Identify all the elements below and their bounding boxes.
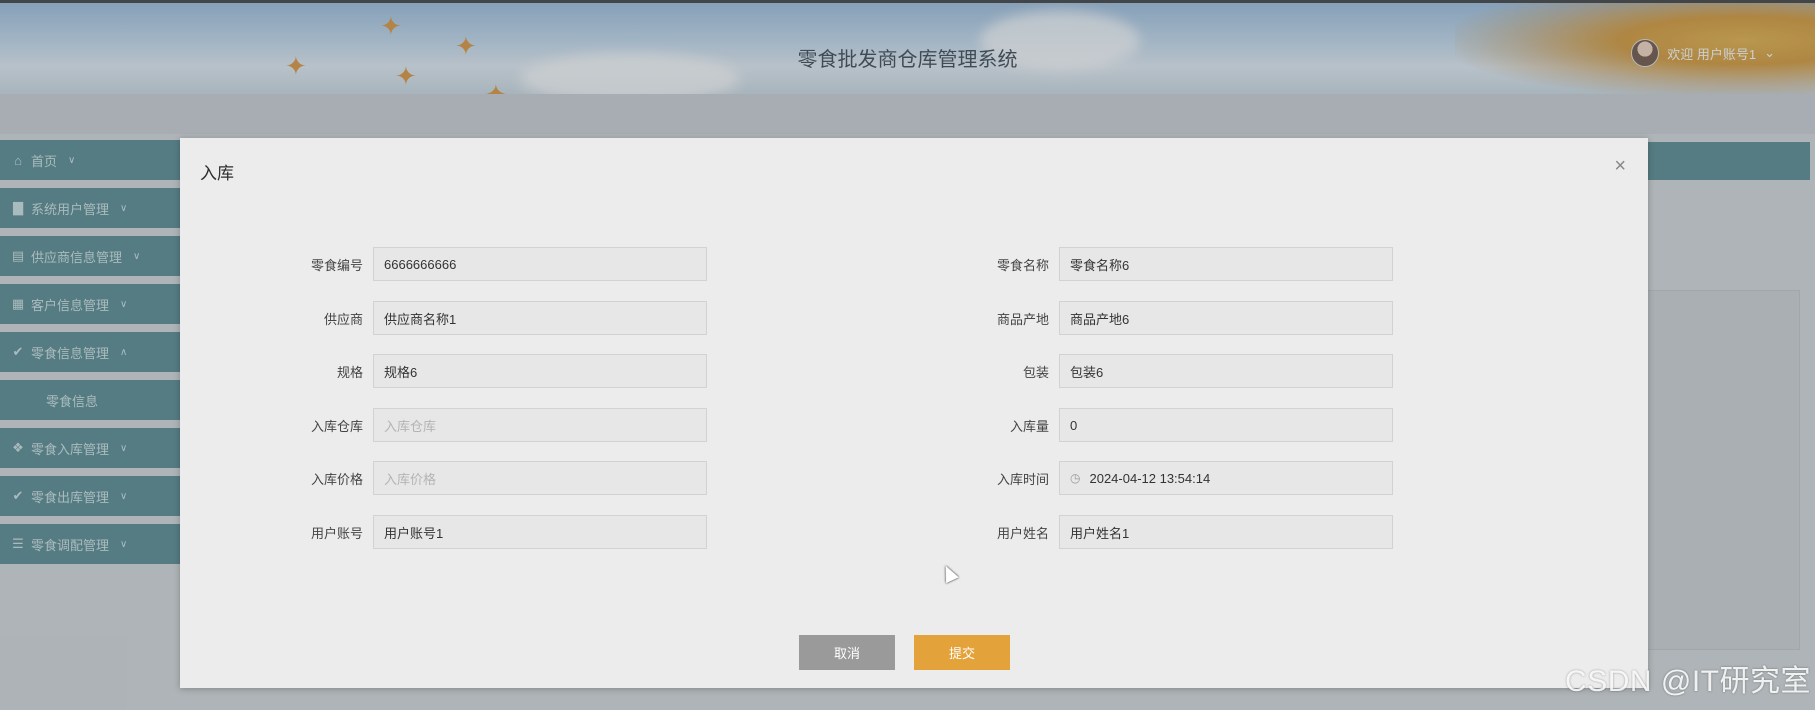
submit-button[interactable]: 提交 [914,635,1010,670]
field-label: 用户账号 [310,525,363,541]
form-row-quantity: 入库量 0 [959,408,1393,442]
form-row-warehouse: 入库仓库 入库仓库 [273,408,707,442]
cancel-button[interactable]: 取消 [799,635,895,670]
field-label: 零食名称 [996,257,1049,273]
field-label: 用户姓名 [996,525,1049,541]
field-label: 零食编号 [310,257,363,273]
field-label: 规格 [336,364,363,380]
quantity-input[interactable]: 0 [1059,408,1393,442]
spec-input[interactable]: 规格6 [373,354,707,388]
supplier-input[interactable]: 供应商名称1 [373,301,707,335]
account-input[interactable]: 用户账号1 [373,515,707,549]
form-row-time: 入库时间 ◷ 2024-04-12 13:54:14 [959,461,1393,495]
snack-code-input[interactable]: 6666666666 [373,247,707,281]
form-row-snack-name: 零食名称 零食名称6 [959,247,1393,281]
snack-name-input[interactable]: 零食名称6 [1059,247,1393,281]
warehouse-input[interactable]: 入库仓库 [373,408,707,442]
time-value: 2024-04-12 13:54:14 [1089,470,1211,486]
form-row-package: 包装 包装6 [959,354,1393,388]
form-row-spec: 规格 规格6 [273,354,707,388]
field-label: 入库价格 [310,471,363,487]
origin-input[interactable]: 商品产地6 [1059,301,1393,335]
price-input[interactable]: 入库价格 [373,461,707,495]
field-label: 商品产地 [996,311,1049,327]
user-name-input[interactable]: 用户姓名1 [1059,515,1393,549]
form-row-supplier: 供应商 供应商名称1 [273,301,707,335]
form-row-snack-code: 零食编号 6666666666 [273,247,707,281]
watermark: CSDN @IT研究室 [1565,665,1811,698]
package-input[interactable]: 包装6 [1059,354,1393,388]
field-label: 包装 [1022,364,1049,380]
field-label: 入库仓库 [310,418,363,434]
field-label: 供应商 [323,311,363,327]
clock-icon: ◷ [1070,471,1081,485]
dialog-title: 入库 [200,164,234,183]
form-row-price: 入库价格 入库价格 [273,461,707,495]
close-icon[interactable]: × [1614,156,1626,176]
field-label: 入库时间 [996,471,1049,487]
time-picker-input[interactable]: ◷ 2024-04-12 13:54:14 [1059,461,1393,495]
form-row-origin: 商品产地 商品产地6 [959,301,1393,335]
form-row-user-name: 用户姓名 用户姓名1 [959,515,1393,549]
form-row-account: 用户账号 用户账号1 [273,515,707,549]
stock-in-dialog: 入库 × 零食编号 6666666666 供应商 供应商名称1 规格 规格6 入… [180,138,1648,688]
field-label: 入库量 [1009,418,1049,434]
